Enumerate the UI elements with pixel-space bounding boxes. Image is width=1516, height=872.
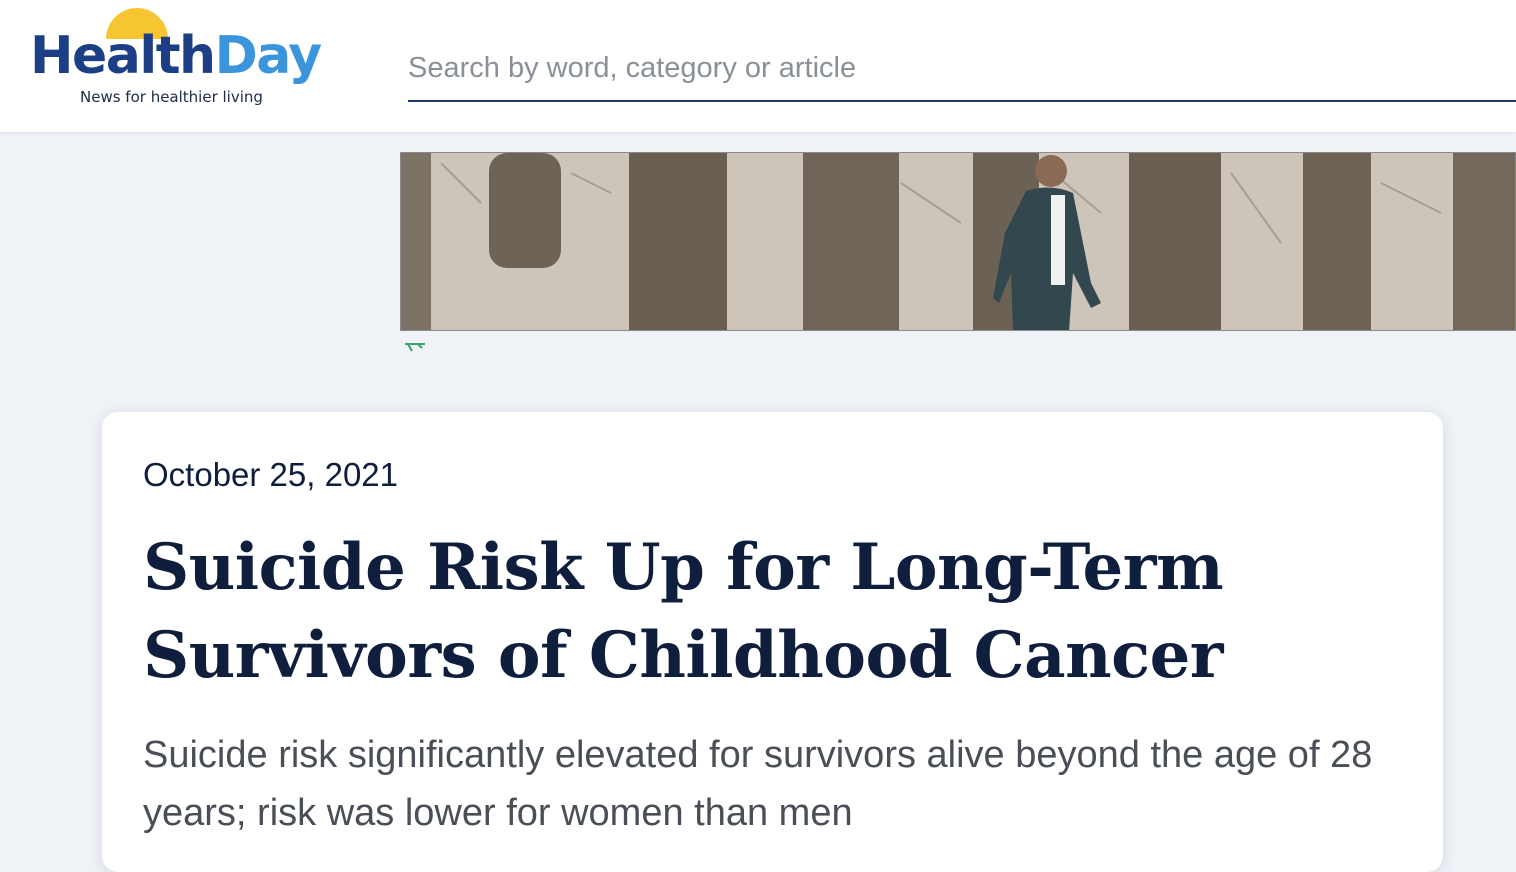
article-subtitle: Suicide risk significantly elevated for … — [143, 734, 1373, 834]
article-title: Suicide Risk Up for Long-Term Survivors … — [143, 530, 1224, 693]
logo-tagline: News for healthier living — [80, 88, 263, 106]
advertisement-banner[interactable] — [400, 152, 1516, 331]
logo-health-text: Health — [30, 26, 216, 86]
healthday-logo[interactable]: HealthDay News for healthier living — [30, 8, 330, 112]
logo-wordmark: HealthDay — [30, 24, 323, 88]
site-header: HealthDay News for healthier living — [0, 0, 1516, 132]
adchoices-icon[interactable] — [404, 342, 426, 352]
search-input[interactable] — [408, 44, 1516, 100]
article-card: October 25, 2021 Suicide Risk Up for Lon… — [102, 412, 1443, 872]
article-date: October 25, 2021 — [143, 456, 399, 493]
ad-image — [401, 153, 1515, 330]
search-bar — [408, 44, 1516, 102]
logo-day-text: Day — [214, 26, 323, 86]
